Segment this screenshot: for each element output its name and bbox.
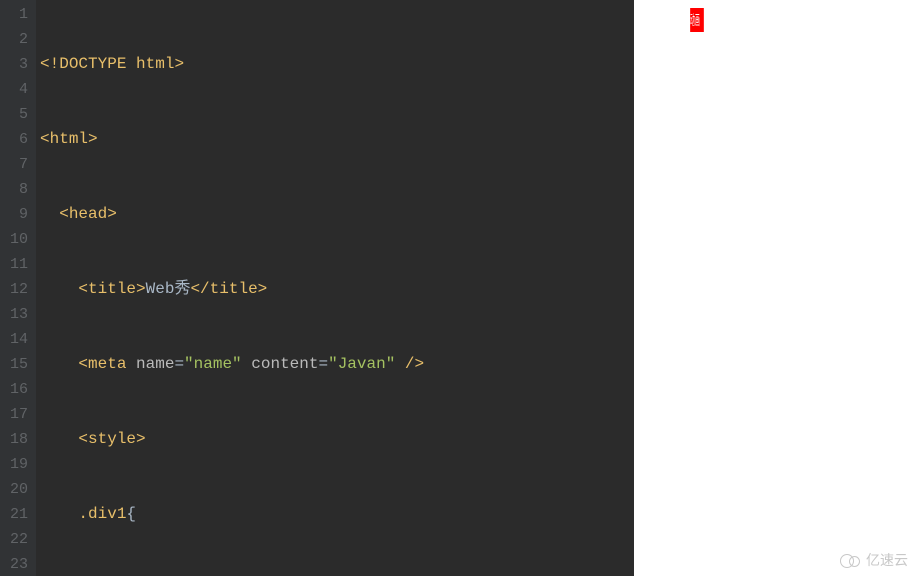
line-number: 9: [0, 202, 28, 227]
line-number: 18: [0, 427, 28, 452]
line-number: 10: [0, 227, 28, 252]
line-number: 13: [0, 302, 28, 327]
code-line: <!DOCTYPE html>: [36, 52, 634, 77]
line-number: 7: [0, 152, 28, 177]
line-number: 8: [0, 177, 28, 202]
line-number: 19: [0, 452, 28, 477]
code-line: <style>: [36, 427, 634, 452]
watermark: 亿速云: [840, 550, 908, 570]
code-line: .div1{: [36, 502, 634, 527]
line-number: 2: [0, 27, 28, 52]
watermark-text: 亿速云: [866, 550, 908, 570]
line-number: 17: [0, 402, 28, 427]
animated-div: 动画: [690, 8, 704, 32]
line-number: 20: [0, 477, 28, 502]
line-number: 16: [0, 377, 28, 402]
line-number: 23: [0, 552, 28, 577]
cloud-icon: [840, 553, 862, 567]
line-number: 14: [0, 327, 28, 352]
line-number: 11: [0, 252, 28, 277]
line-number: 21: [0, 502, 28, 527]
line-number-gutter: 1 2 3 4 5 6 7 8 9 10 11 12 13 14 15 16 1…: [0, 0, 36, 576]
code-editor[interactable]: 1 2 3 4 5 6 7 8 9 10 11 12 13 14 15 16 1…: [0, 0, 634, 576]
line-number: 12: [0, 277, 28, 302]
code-line: <html>: [36, 127, 634, 152]
line-number: 22: [0, 527, 28, 552]
code-line: <head>: [36, 202, 634, 227]
line-number: 5: [0, 102, 28, 127]
line-number: 6: [0, 127, 28, 152]
code-line: <meta name="name" content="Javan" />: [36, 352, 634, 377]
code-content[interactable]: <!DOCTYPE html> <html> <head> <title>Web…: [36, 0, 634, 576]
code-line: <title>Web秀</title>: [36, 277, 634, 302]
line-number: 3: [0, 52, 28, 77]
line-number: 1: [0, 2, 28, 27]
line-number: 4: [0, 77, 28, 102]
preview-pane: 动画: [634, 0, 914, 576]
line-number: 15: [0, 352, 28, 377]
